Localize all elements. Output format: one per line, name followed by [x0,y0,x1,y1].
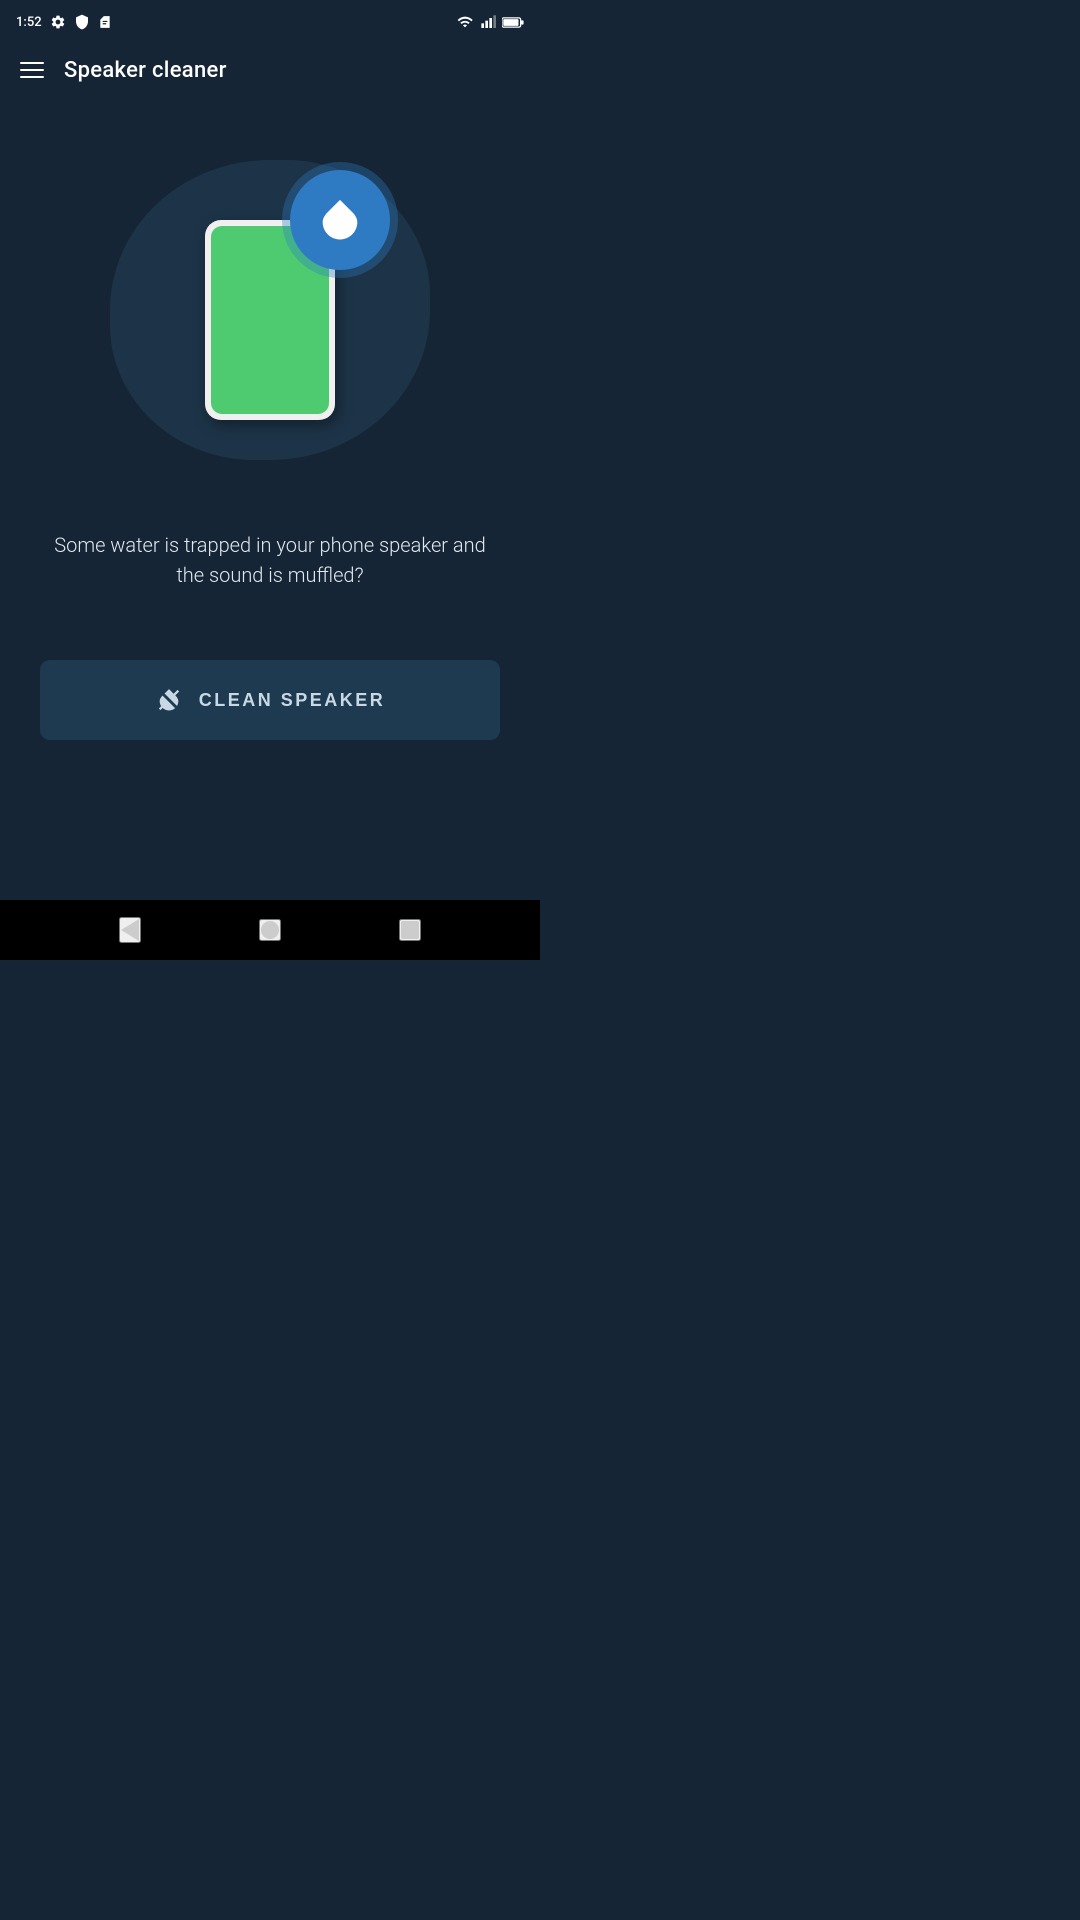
app-bar: Speaker cleaner [0,40,540,100]
back-button[interactable] [119,917,141,943]
status-right [456,14,524,30]
wifi-icon [456,14,474,30]
status-bar: 1:52 [0,0,540,40]
gear-icon [50,14,66,30]
clean-button-label: CLEAN SPEAKER [199,690,386,711]
home-button[interactable] [259,919,281,941]
sim-icon [98,14,112,30]
app-title: Speaker cleaner [64,58,227,83]
recents-icon [401,921,419,939]
water-drop-badge [290,170,390,270]
hamburger-menu-button[interactable] [20,62,44,78]
recents-button[interactable] [399,919,421,941]
phone-body [205,220,335,420]
time-display: 1:52 [16,15,42,30]
shield-icon [74,14,90,30]
battery-icon [502,16,524,29]
status-left: 1:52 [16,14,112,30]
signal-icon [480,14,496,30]
hamburger-line-2 [20,69,44,71]
water-drop-icon [314,194,366,246]
home-icon [261,921,279,939]
bottom-nav-bar [0,900,540,960]
description-text: Some water is trapped in your phone spea… [30,530,510,590]
hamburger-line-3 [20,76,44,78]
illustration-container [100,140,440,480]
main-content: Some water is trapped in your phone spea… [0,100,540,900]
clean-button-container: CLEAN SPEAKER [30,660,510,740]
hamburger-line-1 [20,62,44,64]
clean-speaker-button[interactable]: CLEAN SPEAKER [40,660,500,740]
phone-illustration [205,220,335,420]
no-water-icon [155,686,183,714]
back-icon [121,919,139,941]
